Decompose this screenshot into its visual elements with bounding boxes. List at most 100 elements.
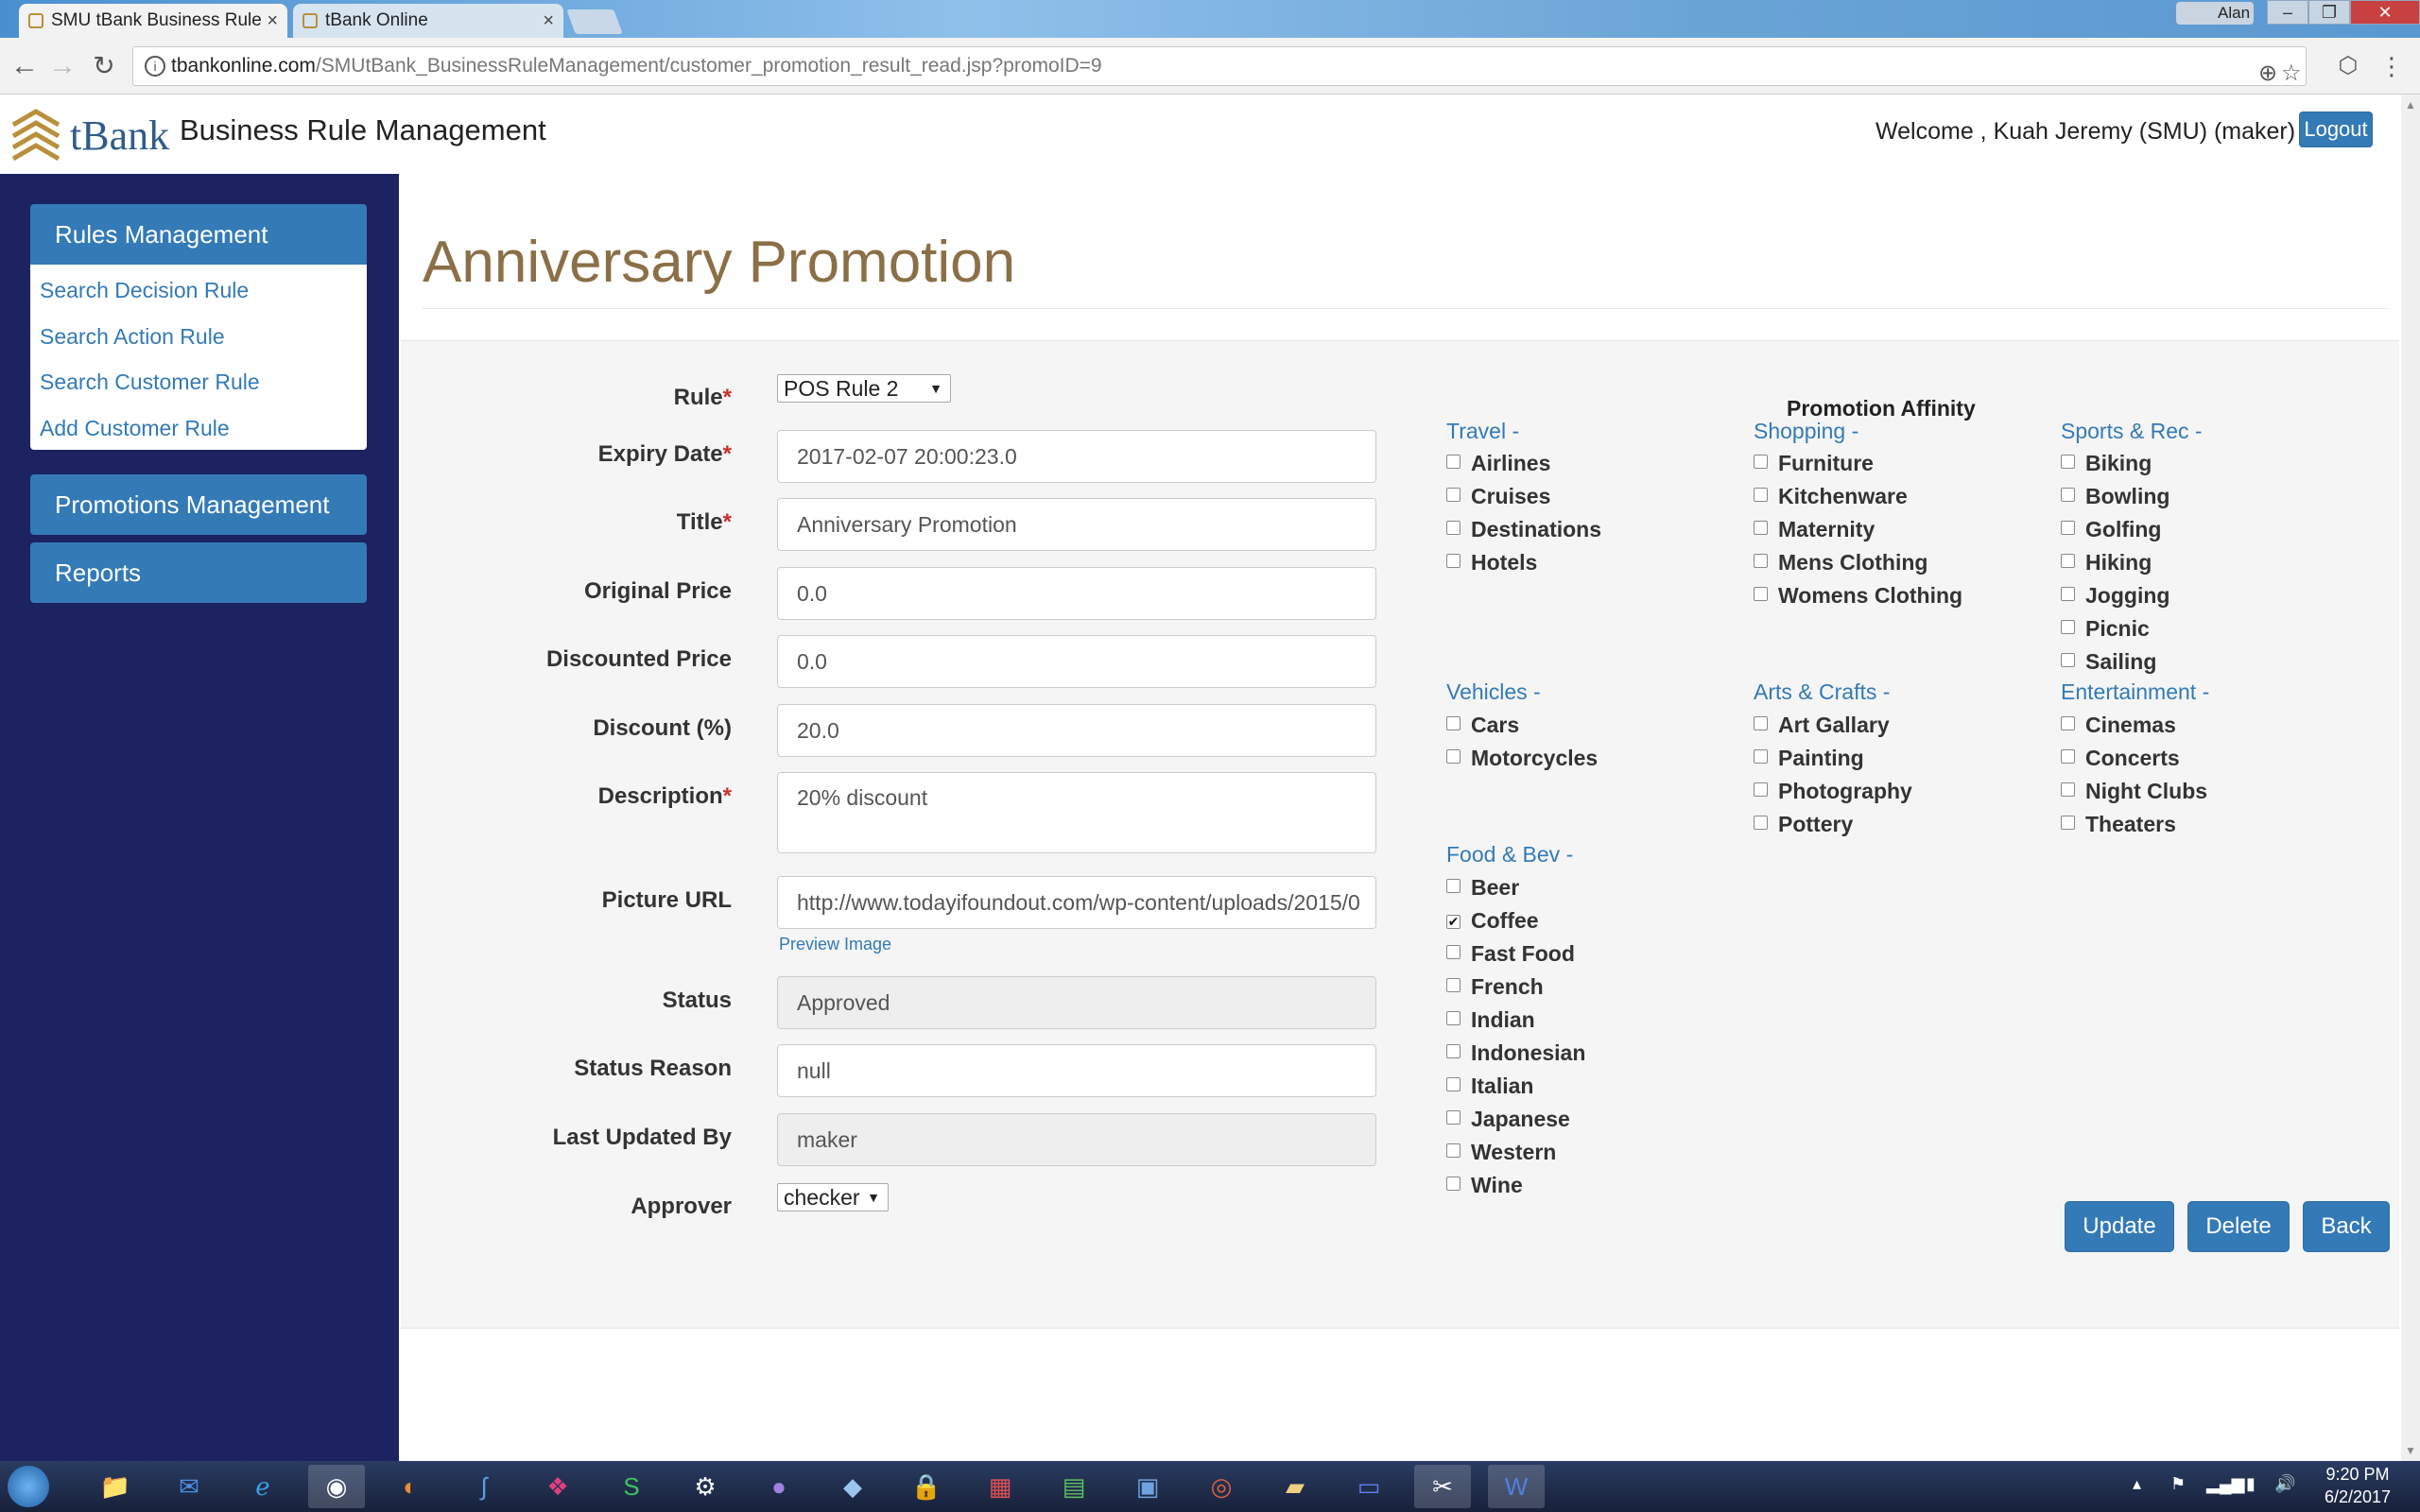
new-tab-button[interactable] [566,9,623,34]
tray-expand-icon[interactable]: ▴ [2133,1474,2141,1494]
checkbox-fast-food[interactable]: Fast Food [1446,941,1575,967]
checkbox-jogging[interactable]: Jogging [2061,583,2169,609]
checkbox-cruises[interactable]: Cruises [1446,484,1550,509]
checkbox-biking[interactable]: Biking [2061,451,2152,476]
sidebar-item-search-action-rule[interactable]: Search Action Rule [40,324,225,350]
checkbox-hiking[interactable]: Hiking [2061,550,2152,576]
close-tab-icon[interactable]: × [543,4,554,38]
checkbox-theaters[interactable]: Theaters [2061,812,2176,837]
file-explorer-icon[interactable]: 📁 [87,1465,144,1508]
page-scrollbar[interactable]: ▲ ▼ [2401,94,2420,1461]
app-puzzle-icon[interactable]: ❖ [529,1465,586,1508]
approver-select[interactable]: checker ▼ [777,1183,889,1211]
browser-tab-active[interactable]: SMU tBank Business Rule × [19,4,287,38]
checkbox-mens-clothing[interactable]: Mens Clothing [1754,550,1927,576]
discounted-price-input[interactable]: 0.0 [777,635,1376,688]
checkbox-kitchenware[interactable]: Kitchenware [1754,484,1908,509]
checkbox-beer[interactable]: Beer [1446,875,1519,901]
scroll-down-icon[interactable]: ▼ [2405,1444,2416,1457]
browser-menu-icon[interactable]: ⋮ [2375,49,2409,83]
browser-profile-badge[interactable]: Alan [2176,2,2254,25]
app-compass-icon[interactable]: ◎ [1193,1465,1250,1508]
restore-window-button[interactable]: ❐ [2308,0,2350,25]
expiry-date-input[interactable]: 2017-02-07 20:00:23.0 [777,430,1376,483]
back-button[interactable]: Back [2303,1201,2390,1252]
settings-gear-icon[interactable]: ⚙ [677,1465,734,1508]
checkbox-night-clubs[interactable]: Night Clubs [2061,779,2207,804]
checkbox-western[interactable]: Western [1446,1140,1556,1165]
delete-button[interactable]: Delete [2187,1201,2290,1252]
sidebar-item-add-customer-rule[interactable]: Add Customer Rule [40,416,230,441]
action-center-flag-icon[interactable]: ⚑ [2170,1474,2186,1494]
status-reason-input[interactable]: null [777,1044,1376,1097]
minimize-window-button[interactable]: – [2267,0,2308,25]
checkbox-sailing[interactable]: Sailing [2061,649,2156,675]
title-input[interactable]: Anniversary Promotion [777,498,1376,551]
app-sphere-icon[interactable]: ● [751,1465,807,1508]
checkbox-golfing[interactable]: Golfing [2061,517,2161,542]
picture-url-input[interactable]: http://www.todayifoundout.com/wp-content… [777,876,1376,929]
checkbox-photography[interactable]: Photography [1754,779,1912,804]
checkbox-cars[interactable]: Cars [1446,713,1519,738]
sidebar-reports[interactable]: Reports [30,542,367,603]
scroll-up-icon[interactable]: ▲ [2405,98,2416,112]
checkbox-pottery[interactable]: Pottery [1754,812,1853,837]
firefox-icon[interactable]: ◐ [382,1465,439,1508]
sidebar-item-search-customer-rule[interactable]: Search Customer Rule [40,369,260,395]
logout-button[interactable]: Logout [2299,112,2373,147]
outlook-icon[interactable]: ✉ [161,1465,217,1508]
sidebar-item-search-decision-rule[interactable]: Search Decision Rule [40,278,249,303]
app-lock-icon[interactable]: 🔒 [898,1465,955,1508]
app-grid-icon[interactable]: ▦ [972,1465,1028,1508]
sidebar-promotions-management[interactable]: Promotions Management [30,474,367,535]
sidebar-rules-management[interactable]: Rules Management [30,204,367,265]
checkbox-picnic[interactable]: Picnic [2061,616,2150,642]
checkbox-bowling[interactable]: Bowling [2061,484,2169,509]
checkbox-motorcycles[interactable]: Motorcycles [1446,746,1598,771]
checkbox-wine[interactable]: Wine [1446,1173,1523,1198]
word-icon[interactable]: W [1488,1465,1545,1508]
original-price-input[interactable]: 0.0 [777,567,1376,620]
close-tab-icon[interactable]: × [267,4,278,38]
checkbox-cinemas[interactable]: Cinemas [2061,713,2176,738]
checkbox-concerts[interactable]: Concerts [2061,746,2180,771]
checkbox-airlines[interactable]: Airlines [1446,451,1550,476]
checkbox-art-gallary[interactable]: Art Gallary [1754,713,1890,738]
internet-explorer-icon[interactable]: ℯ [234,1465,291,1508]
sas-icon[interactable]: ▣ [1119,1465,1176,1508]
address-bar[interactable]: i tbankonline.com/SMUtBank_BusinessRuleM… [132,46,2307,86]
description-textarea[interactable]: 20% discount [777,772,1376,853]
app-folder-icon[interactable]: ▰ [1267,1465,1323,1508]
checkbox-french[interactable]: French [1446,974,1544,1000]
clock-date[interactable]: 6/2/2017 [2312,1487,2403,1507]
forward-icon[interactable]: → [45,49,79,83]
browser-tab[interactable]: tBank Online × [293,4,563,38]
bookmark-star-icon[interactable]: ☆ [2281,55,2302,93]
checkbox-destinations[interactable]: Destinations [1446,517,1601,542]
rule-select[interactable]: POS Rule 2 ▼ [777,374,951,403]
back-icon[interactable]: ← [8,49,42,83]
extension-icon[interactable]: ⬡ [2331,49,2365,83]
app-s-icon[interactable]: S [603,1465,660,1508]
checkbox-painting[interactable]: Painting [1754,746,1864,771]
chrome-icon[interactable]: ◉ [308,1465,365,1508]
app-cube-icon[interactable]: ◆ [824,1465,881,1508]
checkbox-indian[interactable]: Indian [1446,1007,1535,1033]
page-info-icon[interactable]: i [145,56,165,77]
checkbox-japanese[interactable]: Japanese [1446,1107,1570,1132]
checkbox-italian[interactable]: Italian [1446,1074,1533,1099]
checkbox-womens-clothing[interactable]: Womens Clothing [1754,583,1962,609]
preview-image-link[interactable]: Preview Image [779,935,891,954]
network-icon[interactable]: ▂▄▆ [2206,1474,2244,1494]
snipping-tool-icon[interactable]: ✂ [1414,1465,1471,1508]
app-monitor-icon[interactable]: ▭ [1340,1465,1397,1508]
checkbox-coffee[interactable]: ✔ Coffee [1446,908,1539,934]
checkbox-indonesian[interactable]: Indonesian [1446,1040,1585,1066]
app-wave-icon[interactable]: ∫ [456,1465,512,1508]
discount-input[interactable]: 20.0 [777,704,1376,757]
zoom-icon[interactable]: ⊕ [2258,55,2277,93]
tbank-logo[interactable]: tBank [6,100,172,168]
update-button[interactable]: Update [2065,1201,2174,1252]
clock-time[interactable]: 9:20 PM [2320,1465,2395,1485]
start-button[interactable] [8,1466,49,1507]
